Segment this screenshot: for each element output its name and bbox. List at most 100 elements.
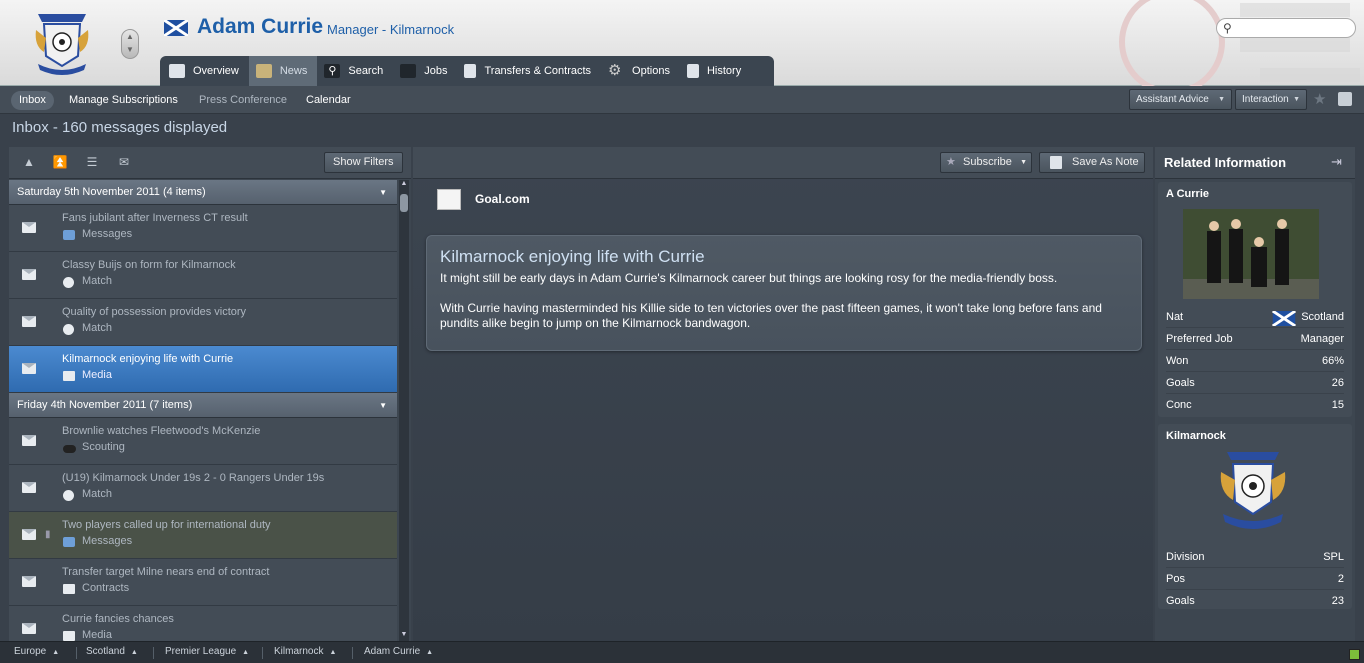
briefcase-icon [400,64,417,78]
message-item[interactable]: Brownlie watches Fleetwood's McKenzie Sco… [9,418,397,465]
up-down-stepper[interactable]: ▲ ▼ [121,29,139,59]
divider [352,647,353,659]
divider [76,647,77,659]
message-item[interactable]: (U19) Kilmarnock Under 19s 2 - 0 Rangers… [9,465,397,512]
message-title: Quality of possession provides victory [62,306,247,318]
subscribe-label: Subscribe [963,156,1012,168]
message-category: Match [82,488,112,500]
save-as-note-button[interactable]: Save As Note [1039,152,1145,173]
message-viewer: ★ Subscribe ▼ Save As Note Goal.com Kilmar… [413,147,1153,641]
message-list-scrollbar[interactable]: ▲ ▼ [399,180,409,641]
messages-icon [63,230,75,240]
breadcrumb-label: Kilmarnock [274,646,324,657]
scroll-down-arrow-icon[interactable]: ▼ [399,631,409,641]
match-ball-icon [63,324,74,335]
message-item[interactable]: ▮ Two players called up for international… [9,512,397,559]
divider [153,647,154,659]
breadcrumb-item[interactable]: Europe ▲ [14,646,59,657]
note-icon [1050,156,1062,169]
info-value[interactable]: SPL [1323,551,1344,563]
move-top-icon[interactable]: ⏫ [52,155,68,171]
match-ball-icon [63,277,74,288]
show-filters-button[interactable]: Show Filters [324,152,403,173]
collapse-arrow-icon[interactable]: ▼ [379,180,387,205]
subscribe-button[interactable]: ★ Subscribe ▼ [940,152,1032,173]
tab-history[interactable]: History [680,56,751,86]
tab-transfers-contracts[interactable]: Transfers & Contracts [457,56,601,86]
tab-news[interactable]: News [248,56,318,86]
person-name[interactable]: A Currie [1166,188,1209,200]
news-source[interactable]: Goal.com [475,192,530,206]
media-icon [63,371,75,381]
interaction-dropdown[interactable]: Interaction [1235,89,1307,110]
match-ball-icon [63,490,74,501]
search-icon: ⚲ [324,64,341,78]
collapse-panel-icon[interactable]: ⇥ [1331,154,1347,170]
info-row: Goals 26 [1166,374,1344,394]
up-arrow-icon[interactable]: ▲ [122,30,138,43]
date-group-header[interactable]: Saturday 5th November 2011 (4 items) ▼ [9,180,397,205]
move-up-icon[interactable]: ▲ [21,155,37,171]
message-item[interactable]: Fans jubilant after Inverness CT result M… [9,205,397,252]
envelope-icon [22,576,36,587]
subnav-inbox[interactable]: Inbox [11,91,54,110]
message-item-selected[interactable]: Kilmarnock enjoying life with Currie Medi… [9,346,397,393]
info-row: Preferred Job Manager [1166,330,1344,350]
message-category: Scouting [82,441,125,453]
person-card: A Currie Nat Scotland Preferred Job Manage… [1158,182,1352,417]
tab-jobs[interactable]: Jobs [393,56,457,86]
info-value: 23 [1331,595,1344,607]
subnav-calendar[interactable]: Calendar [298,91,359,110]
breadcrumb-label: Premier League [165,646,237,657]
breadcrumb-item[interactable]: Premier League ▲ [165,646,249,657]
club-name[interactable]: Kilmarnock [1166,430,1226,442]
notes-icon[interactable] [1338,92,1352,106]
info-key: Goals [1166,377,1195,389]
status-indicator-icon[interactable] [1349,649,1360,660]
info-value[interactable]: Scotland [1301,311,1344,323]
tab-search[interactable]: ⚲ Search [317,56,393,86]
subnav-press-conference[interactable]: Press Conference [191,91,295,110]
envelope-icon [22,529,36,540]
message-item[interactable]: Transfer target Milne nears end of contr… [9,559,397,606]
header: ▲ ▼ Adam Currie Manager - Kilmarnock ⚲ Ov… [0,0,1364,86]
manager-role[interactable]: Manager - Kilmarnock [327,22,454,37]
mail-icon[interactable]: ✉ [116,155,132,171]
page-title: Inbox - 160 messages displayed [12,119,228,136]
message-title: Two players called up for international … [62,519,271,531]
manager-name[interactable]: Adam Currie [197,15,323,39]
breadcrumb-item[interactable]: Scotland ▲ [86,646,138,657]
tab-label: History [706,65,742,77]
tab-overview[interactable]: Overview [162,56,249,86]
info-value: 2 [1337,573,1344,585]
contract-icon [63,584,75,594]
media-icon [63,631,75,641]
club-crest-logo[interactable] [30,8,94,76]
assistant-advice-dropdown[interactable]: Assistant Advice [1129,89,1232,110]
message-item[interactable]: Currie fancies chances Media [9,606,397,641]
star-icon: ★ [946,156,956,168]
message-title: Transfer target Milne nears end of contr… [62,566,270,578]
list-view-icon[interactable]: ☰ [84,155,100,171]
down-arrow-icon[interactable]: ▼ [122,43,138,56]
sponsor-watermark-logo [1119,0,1360,86]
scroll-up-arrow-icon[interactable]: ▲ [399,180,409,190]
subnav-manage-subscriptions[interactable]: Manage Subscriptions [61,91,186,110]
breadcrumb-item[interactable]: Adam Currie ▲ [364,646,433,657]
collapse-arrow-icon[interactable]: ▼ [379,393,387,418]
message-item[interactable]: Quality of possession provides victory Ma… [9,299,397,346]
star-icon[interactable]: ★ [1313,90,1326,108]
viewer-toolbar: ★ Subscribe ▼ Save As Note [413,147,1153,179]
message-category: Media [82,369,112,381]
info-row: Nat Scotland [1166,308,1344,328]
scroll-thumb[interactable] [400,194,408,212]
breadcrumb-item[interactable]: Kilmarnock ▲ [274,646,336,657]
club-crest-logo[interactable] [1213,446,1293,534]
info-row: Goals 23 [1166,592,1344,612]
gear-icon: ⚙ [608,62,622,79]
message-item[interactable]: Classy Buijs on form for Kilmarnock Match [9,252,397,299]
tab-options[interactable]: ⚙ Options [601,56,680,86]
date-group-header[interactable]: Friday 4th November 2011 (7 items) ▼ [9,393,397,418]
search-input[interactable]: ⚲ [1216,18,1356,38]
binoculars-icon [63,445,76,453]
